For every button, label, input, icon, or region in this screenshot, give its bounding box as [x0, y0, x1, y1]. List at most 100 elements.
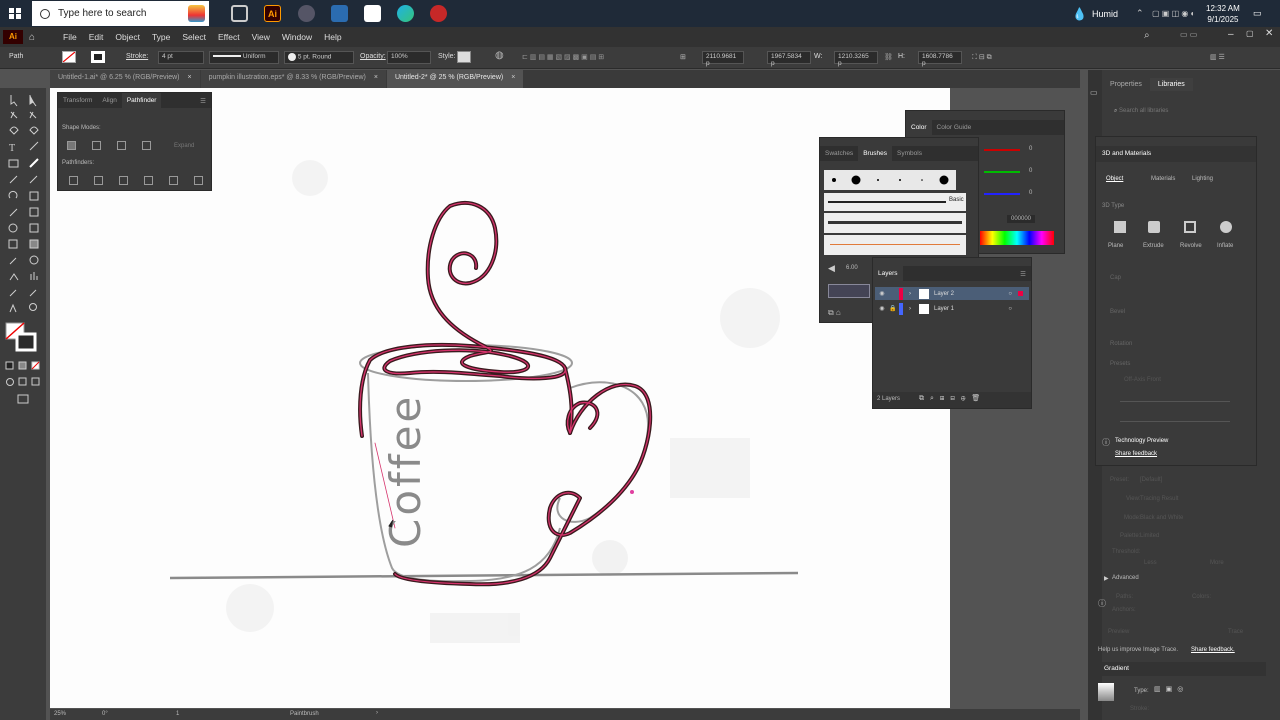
brush-tips-row[interactable]	[824, 170, 956, 190]
opacity-label[interactable]: Opacity:	[360, 53, 386, 60]
preset-value[interactable]: [Default]	[1140, 477, 1162, 483]
trim-icon[interactable]	[94, 176, 103, 185]
menu-view[interactable]: View	[246, 32, 276, 42]
clock[interactable]: 12:32 AM 9/1/2025	[1206, 0, 1240, 27]
task-view-icon[interactable]	[231, 5, 248, 22]
close-tab-icon[interactable]: ×	[187, 74, 191, 81]
colorful-app-icon[interactable]	[188, 5, 205, 22]
w-field[interactable]: 1210.3265 p	[834, 51, 878, 67]
graphic-style-swatch[interactable]	[457, 51, 471, 63]
selected-art-indicator[interactable]	[1018, 291, 1023, 296]
link-icon[interactable]: ⛓	[884, 53, 893, 61]
y-field[interactable]: 1967.5834 p	[767, 51, 811, 67]
palette-value[interactable]: Limited	[1140, 533, 1159, 539]
minus-back-icon[interactable]	[194, 176, 203, 185]
layer-name[interactable]: Layer 1	[934, 306, 1008, 312]
preset-dropdown[interactable]: Off-Axis Front	[1124, 377, 1161, 383]
menu-type[interactable]: Type	[146, 32, 176, 42]
x-field[interactable]: 2110.9681 p	[702, 51, 744, 67]
tab-brushes[interactable]: Brushes	[858, 146, 893, 161]
expand-chevron-icon[interactable]: ›	[909, 291, 919, 297]
edge-icon[interactable]	[397, 5, 414, 22]
merge-icon[interactable]	[119, 176, 128, 185]
zoom-level[interactable]: 25%	[54, 711, 66, 717]
color-spectrum[interactable]	[980, 231, 1054, 245]
crop-icon[interactable]	[144, 176, 153, 185]
minus-front-icon[interactable]	[92, 141, 101, 150]
search-icon[interactable]: ⌕	[1144, 30, 1150, 41]
library-search[interactable]: ⌕ Search all libraries	[1114, 108, 1264, 122]
trace-button[interactable]: Trace	[1228, 629, 1243, 635]
gradient-swatch[interactable]	[1098, 683, 1114, 701]
tab-pathfinder[interactable]: Pathfinder	[121, 93, 162, 108]
gradient-type-icons[interactable]: ▥▣◎	[1154, 685, 1188, 693]
plane-icon[interactable]	[1114, 221, 1126, 233]
h-field[interactable]: 1608.7786 p	[918, 51, 962, 67]
recolor-icon[interactable]: ◍	[495, 50, 504, 61]
creative-cloud-icon[interactable]	[298, 5, 315, 22]
brush-size[interactable]: 6.00	[846, 265, 858, 271]
panel-menu-icons[interactable]: ▥ ☰	[1210, 53, 1225, 61]
exclude-icon[interactable]	[142, 141, 151, 150]
close-tab-icon[interactable]: ×	[511, 74, 515, 81]
rotation-angle[interactable]: 0°	[102, 711, 108, 717]
share-feedback-link[interactable]: Share feedback	[1115, 451, 1157, 457]
menu-file[interactable]: File	[57, 32, 83, 42]
visibility-eye-icon[interactable]: ◉	[875, 290, 889, 297]
extrude-icon[interactable]	[1148, 221, 1160, 233]
screen-recorder-icon[interactable]	[430, 5, 447, 22]
brush-definition[interactable]: 5 pt. Round	[284, 51, 354, 64]
tab-object[interactable]: Object	[1106, 176, 1123, 182]
menu-object[interactable]: Object	[109, 32, 146, 42]
visibility-eye-icon[interactable]: ◉	[875, 305, 889, 312]
menu-window[interactable]: Window	[276, 32, 318, 42]
tab-color[interactable]: Color	[906, 120, 932, 135]
transform-icons[interactable]: ⛶ ⊟ ⧉	[972, 53, 992, 62]
home-icon[interactable]: ⌂	[29, 32, 43, 43]
charcoal-brush[interactable]	[824, 213, 966, 233]
tool-icons[interactable]: T	[0, 88, 46, 418]
fill-swatch[interactable]	[62, 51, 76, 63]
close-icon[interactable]: ✕	[1265, 28, 1273, 39]
tab-properties[interactable]: Properties	[1102, 78, 1150, 91]
artboard-number[interactable]: 1	[176, 711, 179, 717]
comments-icon[interactable]: ▭	[1090, 88, 1098, 97]
minimize-icon[interactable]: –	[1228, 29, 1234, 40]
tab-transform[interactable]: Transform	[58, 93, 97, 108]
brush-library-icons[interactable]: ⧉ ⌂	[828, 308, 841, 318]
arrange-documents-icon[interactable]: ▭ ▭	[1180, 30, 1197, 39]
lock-icon[interactable]: 🔒	[889, 305, 899, 312]
expand-chevron-icon[interactable]: ›	[909, 306, 919, 312]
tab-swatches[interactable]: Swatches	[820, 146, 858, 161]
basic-brush[interactable]: Basic	[824, 193, 966, 211]
brush-library-thumb[interactable]	[828, 284, 870, 298]
tray-chevron-icon[interactable]: ⌃	[1136, 0, 1144, 27]
advanced-chevron-icon[interactable]: ▶	[1104, 575, 1109, 582]
unite-icon[interactable]	[67, 141, 76, 150]
stroke-label[interactable]: Stroke:	[126, 53, 148, 60]
menu-help[interactable]: Help	[318, 32, 347, 42]
close-tab-icon[interactable]: ×	[374, 74, 378, 81]
target-icon[interactable]: ○	[1008, 306, 1012, 312]
g-value[interactable]: 0	[1029, 168, 1032, 174]
capcut-icon[interactable]	[364, 5, 381, 22]
menu-effect[interactable]: Effect	[212, 32, 246, 42]
taskbar-search-box[interactable]: Type here to search	[32, 1, 209, 26]
r-value[interactable]: 0	[1029, 146, 1032, 152]
tab-color-guide[interactable]: Color Guide	[932, 120, 977, 135]
tab-symbols[interactable]: Symbols	[892, 146, 927, 161]
notification-icon[interactable]: ▭	[1253, 0, 1262, 27]
layer-row-2[interactable]: ◉ › Layer 2 ○	[875, 287, 1029, 300]
reference-point-icon[interactable]: ⊞	[680, 53, 686, 61]
maximize-icon[interactable]: ▢	[1246, 29, 1254, 38]
weather-widget[interactable]: 💧 Humid	[1072, 0, 1118, 27]
view-value[interactable]: Tracing Result	[1140, 496, 1178, 502]
layer-row-1[interactable]: ◉ 🔒 › Layer 1 ○	[875, 302, 1029, 315]
menu-edit[interactable]: Edit	[83, 32, 110, 42]
stroke-swatch[interactable]	[91, 51, 105, 63]
illustrator-taskbar-icon[interactable]: Ai	[264, 5, 281, 22]
panel-menu-icon[interactable]: ☰	[1015, 266, 1031, 281]
layer-name[interactable]: Layer 2	[934, 291, 1008, 297]
variable-width-profile[interactable]: Uniform	[209, 51, 279, 64]
advanced-label[interactable]: Advanced	[1112, 575, 1139, 581]
